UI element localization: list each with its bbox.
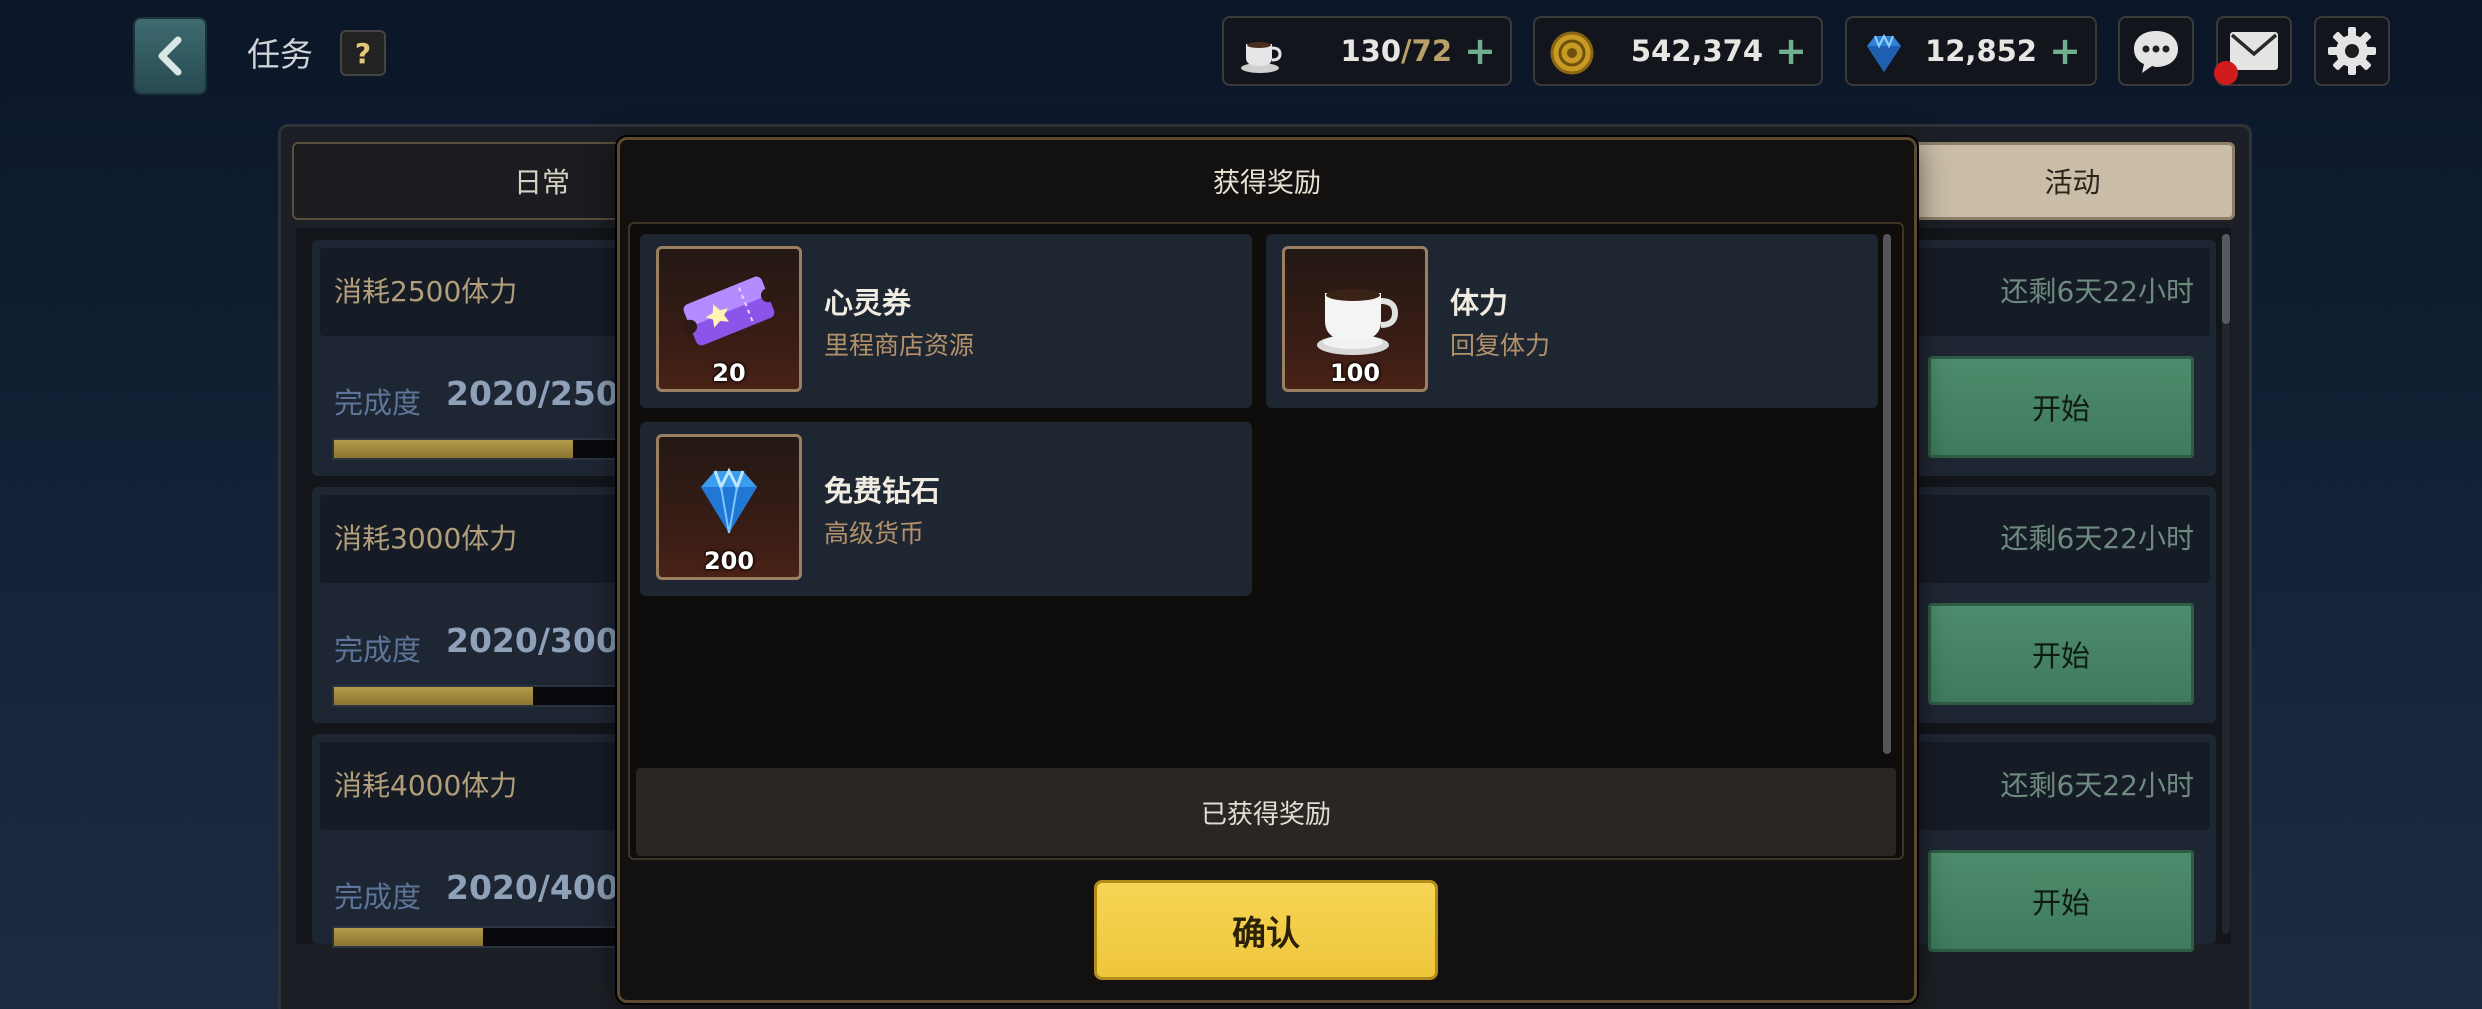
settings-button[interactable] — [2314, 16, 2390, 86]
gear-icon — [2328, 27, 2376, 75]
reward-scrollbar[interactable] — [1883, 234, 1891, 754]
reward-description: 高级货币 — [824, 519, 925, 548]
reward-description: 里程商店资源 — [824, 331, 975, 360]
time-remaining: 还剩6天22小时 — [2000, 275, 2194, 308]
mail-notification-badge — [2214, 61, 2238, 85]
time-remaining: 还剩6天22小时 — [2000, 522, 2194, 555]
reward-icon-box: 200 — [656, 434, 802, 580]
reward-icon-box: 100 — [1282, 246, 1428, 392]
add-stamina-button[interactable]: + — [1464, 18, 1496, 84]
start-button[interactable]: 开始 — [1928, 603, 2194, 705]
quest-item-actions: 还剩6天22小时 开始 — [1906, 734, 2216, 952]
diamond-value: 12,852 — [1925, 34, 2037, 68]
quest-title: 消耗2500体力 — [334, 275, 518, 308]
diamond-resource: 12,852 + — [1845, 16, 2097, 86]
add-gold-button[interactable]: + — [1775, 18, 1807, 84]
obtained-rewards-bar: 已获得奖励 — [636, 768, 1896, 856]
quest-scrollbar-track — [2222, 234, 2230, 934]
back-button[interactable] — [133, 17, 207, 95]
progress-label: 完成度 — [334, 880, 422, 914]
progress-label: 完成度 — [334, 386, 422, 420]
chat-button[interactable] — [2118, 16, 2194, 86]
reward-quantity: 100 — [1329, 359, 1381, 387]
add-diamond-button[interactable]: + — [2049, 18, 2081, 84]
quest-item-actions: 还剩6天22小时 开始 — [1906, 240, 2216, 476]
reward-icon-box: 20 — [656, 246, 802, 392]
start-button[interactable]: 开始 — [1928, 850, 2194, 952]
gold-coin-icon — [1550, 31, 1594, 75]
gold-resource: 542,374 + — [1533, 16, 1823, 86]
quest-item-actions: 还剩6天22小时 开始 — [1906, 487, 2216, 723]
start-button[interactable]: 开始 — [1928, 356, 2194, 458]
progress-bar — [332, 438, 632, 460]
stamina-resource: 130/72 + — [1222, 16, 1512, 86]
progress-bar — [332, 926, 632, 948]
modal-title: 获得奖励 — [1213, 167, 1321, 199]
progress-label: 完成度 — [334, 633, 422, 667]
quest-scrollbar[interactable] — [2222, 234, 2230, 324]
chevron-left-icon — [158, 36, 182, 76]
coffee-cup-icon — [1241, 42, 1282, 73]
reward-description: 回复体力 — [1450, 331, 1551, 360]
progress-value: 2020/250 — [446, 374, 619, 413]
quest-title: 消耗4000体力 — [334, 769, 518, 802]
reward-name: 心灵券 — [824, 286, 912, 320]
reward-name: 免费钻石 — [824, 474, 941, 508]
progress-value: 2020/300 — [446, 621, 619, 660]
reward-quantity: 20 — [712, 359, 746, 387]
help-button[interactable]: ? — [340, 30, 386, 76]
reward-item[interactable]: 200 免费钻石 高级货币 — [640, 422, 1252, 596]
confirm-button[interactable]: 确认 — [1094, 880, 1438, 980]
quest-item: 消耗2500体力 完成度 2020/250 — [312, 240, 632, 476]
quest-item: 消耗4000体力 完成度 2020/400 — [312, 734, 632, 948]
reward-item[interactable]: 20 心灵券 里程商店资源 — [640, 234, 1252, 408]
progress-bar — [332, 685, 632, 707]
reward-item[interactable]: 100 体力 回复体力 — [1266, 234, 1878, 408]
reward-quantity: 200 — [703, 547, 755, 575]
progress-value: 2020/400 — [446, 868, 619, 907]
quest-title: 消耗3000体力 — [334, 522, 518, 555]
time-remaining: 还剩6天22小时 — [2000, 769, 2194, 802]
quest-item: 消耗3000体力 完成度 2020/300 — [312, 487, 632, 723]
diamond-icon — [1867, 33, 1901, 72]
reward-name: 体力 — [1450, 286, 1509, 320]
gold-value: 542,374 — [1630, 34, 1763, 68]
tab-event[interactable]: 活动 — [1910, 142, 2235, 220]
chat-icon — [2134, 31, 2178, 73]
stamina-value: 130/72 — [1340, 34, 1453, 68]
page-title: 任务 — [247, 35, 313, 74]
